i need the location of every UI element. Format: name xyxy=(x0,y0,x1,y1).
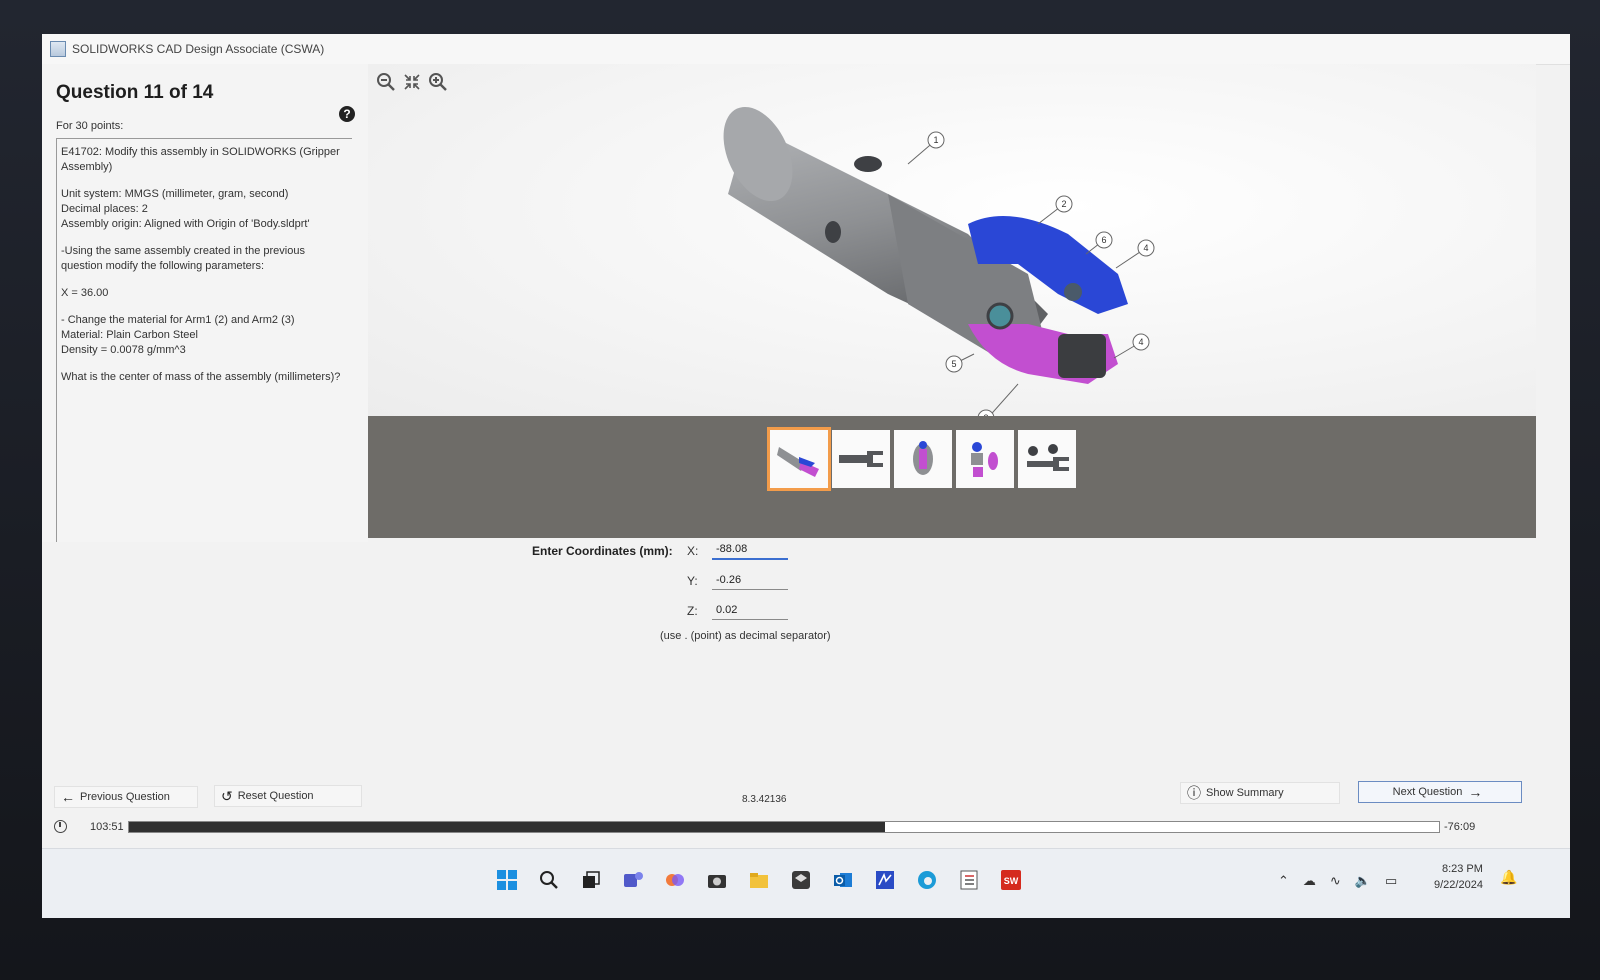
elapsed-time: 103:51 xyxy=(90,821,124,833)
search-icon[interactable] xyxy=(532,863,566,897)
title-bar: SOLIDWORKS CAD Design Associate (CSWA) xyxy=(42,34,1570,65)
reset-question-button[interactable]: ↺ Reset Question xyxy=(214,785,362,807)
solidworks-icon[interactable]: SW xyxy=(994,863,1028,897)
callout-4: 4 xyxy=(1143,243,1148,253)
reset-question-label: Reset Question xyxy=(237,790,314,802)
next-question-button[interactable]: Next Question → xyxy=(1358,781,1522,803)
previous-question-label: Previous Question xyxy=(80,791,170,803)
copilot-icon[interactable] xyxy=(658,863,692,897)
app-cube-icon[interactable] xyxy=(784,863,818,897)
taskbar-clock[interactable]: 8:23 PM 9/22/2024 xyxy=(1434,861,1483,893)
points-label: For 30 points: xyxy=(56,120,124,132)
z-axis-label: Z: xyxy=(687,604,698,618)
thumbnail-assembly-isometric[interactable] xyxy=(770,430,828,488)
windows-start-icon[interactable] xyxy=(490,863,524,897)
model-viewer: 1 2 6 4 4 5 3 xyxy=(368,64,1536,538)
svg-text:SW: SW xyxy=(1004,876,1019,886)
callout-6: 6 xyxy=(1101,235,1106,245)
thumbnail-exploded-view[interactable] xyxy=(956,430,1014,488)
x-axis-label: X: xyxy=(687,544,699,558)
callout-4b: 4 xyxy=(1138,337,1143,347)
timer-row: 103:51 -76:09 xyxy=(52,818,1552,838)
y-coordinate-input[interactable] xyxy=(712,570,788,590)
cloud-icon[interactable]: ☁ xyxy=(1303,873,1316,889)
system-tray: ⌃ ☁ ∿ 🔈 ▭ xyxy=(1278,873,1397,889)
reset-icon: ↺ xyxy=(221,787,233,804)
clock-icon xyxy=(54,820,67,833)
checklist-icon[interactable] xyxy=(952,863,986,897)
notification-bell-icon[interactable]: 🔔 xyxy=(1500,869,1517,886)
taskbar-date: 9/22/2024 xyxy=(1434,879,1483,891)
screen: SOLIDWORKS CAD Design Associate (CSWA) Q… xyxy=(42,34,1570,918)
model-render-area[interactable]: 1 2 6 4 4 5 3 xyxy=(368,64,1536,420)
task-view-icon[interactable] xyxy=(574,863,608,897)
y-axis-label: Y: xyxy=(687,574,698,588)
taskbar-icons: SW xyxy=(490,863,1028,897)
arrow-right-icon: → xyxy=(1468,784,1483,800)
callout-5: 5 xyxy=(951,359,956,369)
time-progress-bar xyxy=(128,821,1440,833)
question-text-box: E41702: Modify this assembly in SOLIDWOR… xyxy=(56,138,352,542)
teams-icon[interactable] xyxy=(616,863,650,897)
question-paragraph: Unit system: MMGS (millimeter, gram, sec… xyxy=(61,188,310,230)
camera-icon[interactable] xyxy=(700,863,734,897)
gripper-assembly-model: 1 2 6 4 4 5 3 xyxy=(723,106,1155,420)
window-title: SOLIDWORKS CAD Design Associate (CSWA) xyxy=(72,42,325,56)
coordinates-label: Enter Coordinates (mm): xyxy=(532,544,673,558)
thumbnail-body-front[interactable] xyxy=(894,430,952,488)
thumbnail-strip xyxy=(368,416,1536,538)
question-heading: Question 11 of 14 xyxy=(56,82,214,103)
version-label: 8.3.42136 xyxy=(742,794,787,805)
edge-icon[interactable] xyxy=(910,863,944,897)
windows-taskbar: SW ⌃ ☁ ∿ 🔈 ▭ 8:23 PM 9/22/2024 🔔 xyxy=(42,848,1570,918)
volume-icon[interactable]: 🔈 xyxy=(1355,873,1371,889)
wifi-icon[interactable]: ∿ xyxy=(1330,873,1341,889)
arrow-left-icon: ← xyxy=(61,789,75,805)
callout-2: 2 xyxy=(1061,199,1066,209)
battery-icon[interactable]: ▭ xyxy=(1385,873,1397,889)
question-panel: Question 11 of 14 For 30 points: ? E4170… xyxy=(42,64,368,542)
thumbnail-parts-layout[interactable] xyxy=(1018,430,1076,488)
time-progress-fill xyxy=(129,822,885,832)
decimal-hint: (use . (point) as decimal separator) xyxy=(660,630,831,642)
thumbnail-row xyxy=(770,430,1076,488)
question-paragraph: E41702: Modify this assembly in SOLIDWOR… xyxy=(61,146,340,173)
help-circle-icon[interactable]: ? xyxy=(339,106,355,122)
taskbar-time: 8:23 PM xyxy=(1441,863,1483,875)
coordinates-entry: Enter Coordinates (mm): X: Y: Z: (use . … xyxy=(532,534,932,654)
info-icon: ⓘ xyxy=(1187,785,1201,801)
question-paragraph: - Change the material for Arm1 (2) and A… xyxy=(61,314,295,356)
mathcad-icon[interactable] xyxy=(868,863,902,897)
monitor-bezel: SOLIDWORKS CAD Design Associate (CSWA) Q… xyxy=(0,0,1600,980)
callout-1: 1 xyxy=(933,135,938,145)
chevron-up-icon[interactable]: ⌃ xyxy=(1278,873,1289,889)
outlook-icon[interactable] xyxy=(826,863,860,897)
question-paragraph: -Using the same assembly created in the … xyxy=(61,245,305,272)
thumbnail-arm-side[interactable] xyxy=(832,430,890,488)
file-explorer-icon[interactable] xyxy=(742,863,776,897)
app-window-icon xyxy=(50,41,66,57)
remaining-time: -76:09 xyxy=(1444,821,1476,833)
next-question-label: Next Question xyxy=(1392,786,1463,798)
show-summary-label: Show Summary xyxy=(1206,787,1284,799)
z-coordinate-input[interactable] xyxy=(712,600,788,620)
show-summary-button[interactable]: ⓘ Show Summary xyxy=(1180,782,1340,804)
question-paragraph: What is the center of mass of the assemb… xyxy=(61,371,341,383)
question-paragraph: X = 36.00 xyxy=(61,287,109,299)
previous-question-button[interactable]: ← Previous Question xyxy=(54,786,198,808)
x-coordinate-input[interactable] xyxy=(712,540,788,560)
